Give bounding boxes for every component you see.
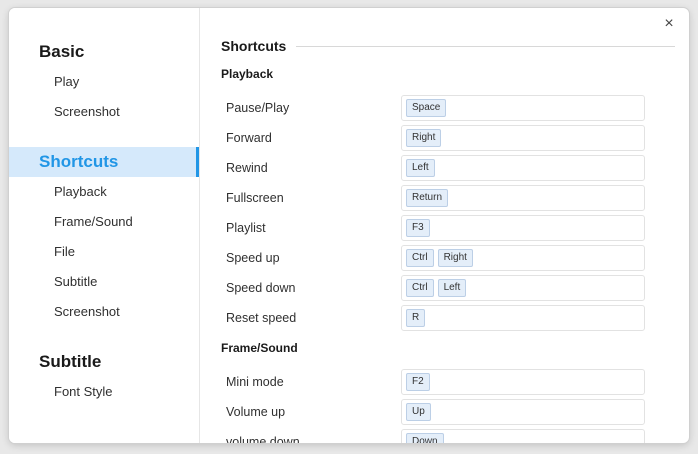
- sidebar-item-frame-sound[interactable]: Frame/Sound: [9, 207, 199, 237]
- shortcut-key-field[interactable]: Ctrl Right: [401, 245, 645, 271]
- sidebar-group-basic: Basic Play Screenshot: [9, 37, 199, 127]
- keycap: Left: [406, 159, 435, 177]
- shortcut-row: volume down Down: [226, 429, 646, 443]
- keycap: Right: [406, 129, 442, 147]
- keycap: Ctrl: [406, 279, 434, 297]
- shortcut-key-field[interactable]: Right: [401, 125, 645, 151]
- shortcut-key-field[interactable]: Space: [401, 95, 645, 121]
- shortcut-row: Volume up Up: [226, 399, 646, 425]
- shortcut-key-field[interactable]: F3: [401, 215, 645, 241]
- keycap: R: [406, 309, 426, 327]
- shortcut-key-field[interactable]: F2: [401, 369, 645, 395]
- sidebar-item-font-style[interactable]: Font Style: [9, 377, 199, 407]
- shortcut-row: Pause/Play Space: [226, 95, 646, 121]
- shortcut-label: Speed down: [226, 281, 296, 295]
- shortcut-label: volume down: [226, 435, 300, 443]
- section-header: Shortcuts: [221, 37, 675, 55]
- shortcut-row: Rewind Left: [226, 155, 646, 181]
- group-title: Playback: [221, 67, 274, 81]
- sidebar-item-playback[interactable]: Playback: [9, 177, 199, 207]
- shortcut-row: Speed up Ctrl Right: [226, 245, 646, 271]
- shortcut-key-field[interactable]: R: [401, 305, 645, 331]
- shortcut-label: Forward: [226, 131, 272, 145]
- shortcut-label: Fullscreen: [226, 191, 284, 205]
- shortcut-label: Playlist: [226, 221, 266, 235]
- sidebar-group-subtitle: Subtitle Font Style: [9, 347, 199, 407]
- settings-sidebar: Basic Play Screenshot Shortcuts Playback…: [9, 8, 200, 443]
- keycap: Return: [406, 189, 449, 207]
- section-title: Shortcuts: [221, 38, 287, 54]
- keycap: F2: [406, 373, 430, 391]
- keycap: Ctrl: [406, 249, 434, 267]
- keycap: Left: [437, 279, 467, 297]
- sidebar-group-title-basic[interactable]: Basic: [9, 37, 199, 67]
- keycap: F3: [406, 219, 430, 237]
- shortcut-key-field[interactable]: Left: [401, 155, 645, 181]
- keycap: Space: [406, 99, 447, 117]
- preferences-dialog: Basic Play Screenshot Shortcuts Playback…: [9, 8, 689, 443]
- shortcut-key-field[interactable]: Return: [401, 185, 645, 211]
- sidebar-group-title-shortcuts[interactable]: Shortcuts: [9, 147, 199, 177]
- shortcut-label: Mini mode: [226, 375, 284, 389]
- shortcut-row: Playlist F3: [226, 215, 646, 241]
- shortcut-row: Forward Right: [226, 125, 646, 151]
- shortcut-label: Volume up: [226, 405, 286, 419]
- shortcut-row: Reset speed R: [226, 305, 646, 331]
- keycap: Right: [437, 249, 473, 267]
- shortcut-label: Pause/Play: [226, 101, 290, 115]
- shortcut-key-field[interactable]: Up: [401, 399, 645, 425]
- keycap: Down: [406, 433, 444, 443]
- shortcut-label: Speed up: [226, 251, 280, 265]
- section-divider: [296, 45, 675, 47]
- sidebar-item-screenshot-shortcuts[interactable]: Screenshot: [9, 297, 199, 327]
- shortcut-key-field[interactable]: Ctrl Left: [401, 275, 645, 301]
- shortcut-row: Fullscreen Return: [226, 185, 646, 211]
- sidebar-item-play[interactable]: Play: [9, 67, 199, 97]
- shortcut-label: Reset speed: [226, 311, 297, 325]
- keycap: Up: [406, 403, 431, 421]
- group-title: Frame/Sound: [221, 341, 298, 355]
- settings-content: Shortcuts Playback Pause/Play Space Forward…: [200, 8, 689, 443]
- sidebar-item-subtitle[interactable]: Subtitle: [9, 267, 199, 297]
- sidebar-item-file[interactable]: File: [9, 237, 199, 267]
- shortcut-row: Speed down Ctrl Left: [226, 275, 646, 301]
- sidebar-group-title-subtitle[interactable]: Subtitle: [9, 347, 199, 377]
- sidebar-group-shortcuts: Shortcuts Playback Frame/Sound File Subt…: [9, 147, 199, 327]
- shortcut-key-field[interactable]: Down: [401, 429, 645, 443]
- sidebar-item-screenshot[interactable]: Screenshot: [9, 97, 199, 127]
- shortcut-row: Mini mode F2: [226, 369, 646, 395]
- shortcut-label: Rewind: [226, 161, 268, 175]
